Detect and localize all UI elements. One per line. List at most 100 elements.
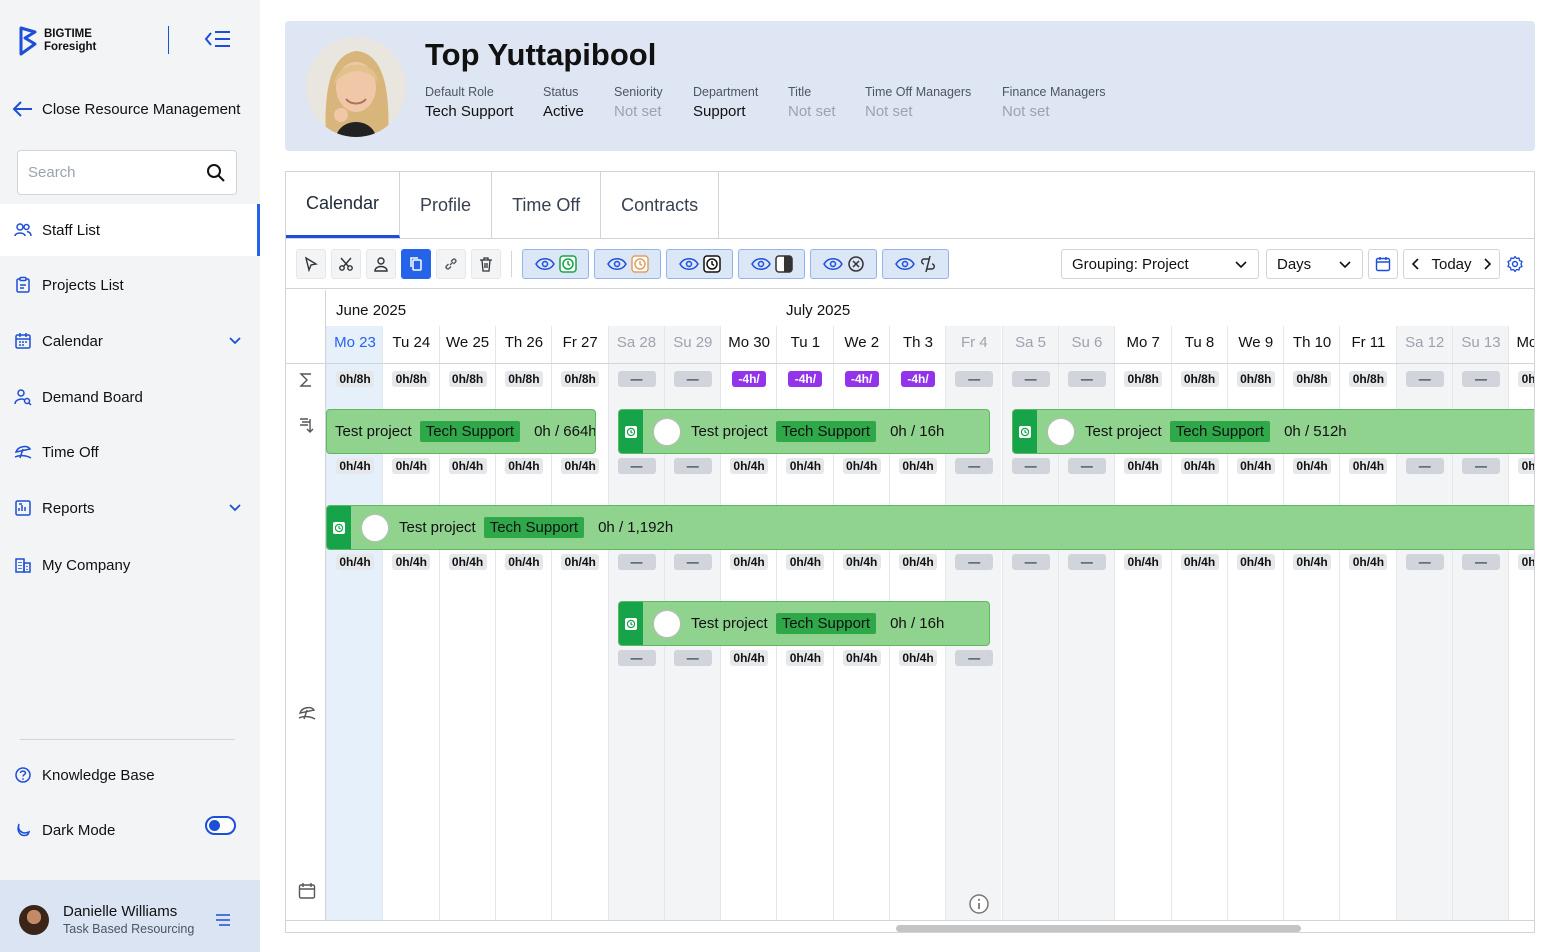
toggle-view-cancelled[interactable]: [810, 249, 877, 279]
scrollbar-thumb[interactable]: [896, 925, 1301, 932]
sidebar-item-my-company[interactable]: My Company: [0, 539, 260, 591]
toggle-view-timesheet[interactable]: [522, 249, 589, 279]
allocation-hours-cell[interactable]: 0h/4h: [899, 554, 937, 570]
copy-tool-button[interactable]: [401, 249, 431, 279]
daily-total-cell[interactable]: 0h/8h: [1293, 371, 1332, 387]
grouping-select[interactable]: Grouping: Project: [1061, 249, 1259, 279]
allocation-hours-cell[interactable]: —: [673, 458, 712, 474]
daily-total-cell[interactable]: 0h/8h: [1124, 371, 1163, 387]
allocation-hours-cell[interactable]: —: [617, 650, 656, 666]
chevron-left-icon[interactable]: [1410, 257, 1422, 271]
close-resource-management-link[interactable]: Close Resource Management: [12, 100, 240, 118]
allocation-hours-cell[interactable]: —: [1067, 458, 1106, 474]
allocation-hours-cell[interactable]: 0h/4h: [1236, 554, 1275, 570]
allocation-hours-cell[interactable]: —: [1011, 554, 1050, 570]
allocation-hours-cell[interactable]: 0h/4h: [1518, 458, 1534, 474]
allocation-hours-cell[interactable]: 0h/4h: [899, 650, 937, 666]
allocation-hours-cell[interactable]: 0h/4h: [899, 458, 937, 474]
allocation-hours-cell[interactable]: 0h/4h: [448, 458, 487, 474]
daily-total-cell[interactable]: —: [617, 371, 656, 387]
daily-total-cell[interactable]: 0h/8h: [1349, 371, 1388, 387]
allocation-hours-cell[interactable]: 0h/4h: [336, 458, 374, 474]
delete-tool-button[interactable]: [471, 249, 501, 279]
allocation-hours-cell[interactable]: 0h/4h: [504, 458, 543, 474]
toggle-view-unlinked[interactable]: [882, 249, 949, 279]
daily-total-cell[interactable]: —: [673, 371, 712, 387]
allocation-hours-cell[interactable]: —: [1405, 458, 1444, 474]
daily-total-cell[interactable]: 0h/8h: [336, 371, 374, 387]
info-button[interactable]: [968, 893, 990, 920]
menu-icon[interactable]: [215, 913, 231, 927]
allocation-hours-cell[interactable]: 0h/4h: [1349, 554, 1388, 570]
allocation-hours-cell[interactable]: 0h/4h: [730, 458, 769, 474]
allocation-hours-cell[interactable]: —: [1462, 554, 1500, 570]
allocation-hours-cell[interactable]: —: [1067, 554, 1106, 570]
allocation-hours-cell[interactable]: 0h/4h: [842, 554, 881, 570]
allocation-bar[interactable]: Test project Tech Support 0h / 1,192h: [326, 505, 1534, 550]
allocation-hours-cell[interactable]: 0h/4h: [786, 650, 825, 666]
daily-total-cell[interactable]: 0h/8h: [561, 371, 600, 387]
allocation-hours-cell[interactable]: 0h/4h: [392, 458, 431, 474]
allocation-hours-cell[interactable]: 0h/4h: [336, 554, 374, 570]
cut-tool-button[interactable]: [331, 249, 361, 279]
tab-contracts[interactable]: Contracts: [601, 172, 720, 238]
link-tool-button[interactable]: [436, 249, 466, 279]
allocation-hours-cell[interactable]: 0h/4h: [392, 554, 431, 570]
chevron-right-icon[interactable]: [1481, 257, 1493, 271]
daily-total-cell[interactable]: -4h/: [732, 371, 767, 387]
allocation-hours-cell[interactable]: —: [1462, 458, 1500, 474]
allocation-hours-cell[interactable]: 0h/4h: [786, 554, 825, 570]
allocation-bar[interactable]: Test project Tech Support 0h / 16h: [618, 601, 990, 646]
user-panel[interactable]: Danielle Williams Task Based Resourcing: [0, 880, 260, 952]
sidebar-item-calendar[interactable]: Calendar: [0, 315, 260, 367]
daily-total-cell[interactable]: —: [955, 371, 994, 387]
allocation-hours-cell[interactable]: 0h/4h: [561, 554, 600, 570]
daily-total-cell[interactable]: -4h/: [844, 371, 879, 387]
dark-mode-toggle[interactable]: [205, 816, 236, 835]
select-tool-button[interactable]: [296, 249, 326, 279]
allocation-hours-cell[interactable]: —: [617, 458, 656, 474]
allocation-hours-cell[interactable]: 0h/4h: [786, 458, 825, 474]
allocation-hours-cell[interactable]: —: [617, 554, 656, 570]
allocation-hours-cell[interactable]: 0h/4h: [1236, 458, 1275, 474]
sidebar-item-time-off[interactable]: Time Off: [0, 426, 260, 478]
daily-total-cell[interactable]: 0h/8h: [504, 371, 543, 387]
allocation-hours-cell[interactable]: —: [955, 554, 994, 570]
allocation-hours-cell[interactable]: 0h/4h: [730, 650, 769, 666]
allocation-hours-cell[interactable]: —: [673, 554, 712, 570]
allocation-hours-cell[interactable]: 0h/4h: [504, 554, 543, 570]
allocation-hours-cell[interactable]: —: [1405, 554, 1444, 570]
tab-time-off[interactable]: Time Off: [492, 172, 602, 238]
collapse-sidebar-button[interactable]: [204, 28, 232, 55]
assign-person-button[interactable]: [366, 249, 396, 279]
date-picker-button[interactable]: [1368, 249, 1398, 279]
allocation-hours-cell[interactable]: 0h/4h: [1518, 554, 1534, 570]
allocation-hours-cell[interactable]: 0h/4h: [448, 554, 487, 570]
search-icon[interactable]: [206, 163, 226, 183]
bigtime-logo[interactable]: BIGTIME Foresight: [18, 26, 96, 56]
sidebar-item-demand-board[interactable]: Demand Board: [0, 371, 260, 423]
allocation-hours-cell[interactable]: 0h/4h: [1293, 554, 1332, 570]
allocation-hours-cell[interactable]: 0h/4h: [1180, 554, 1219, 570]
allocation-hours-cell[interactable]: 0h/4h: [730, 554, 769, 570]
daily-total-cell[interactable]: -4h/: [788, 371, 823, 387]
allocation-hours-cell[interactable]: 0h/4h: [1349, 458, 1388, 474]
knowledge-base-link[interactable]: Knowledge Base: [0, 749, 260, 801]
sidebar-item-reports[interactable]: Reports: [0, 482, 260, 534]
toggle-view-partial[interactable]: [738, 249, 805, 279]
allocation-hours-cell[interactable]: —: [955, 458, 994, 474]
allocation-hours-cell[interactable]: 0h/4h: [842, 458, 881, 474]
sidebar-item-staff-list[interactable]: Staff List: [0, 204, 260, 256]
allocation-hours-cell[interactable]: 0h/4h: [1293, 458, 1332, 474]
allocation-hours-cell[interactable]: —: [955, 650, 994, 666]
horizontal-scrollbar[interactable]: [286, 920, 1534, 932]
daily-total-cell[interactable]: —: [1405, 371, 1444, 387]
tab-calendar[interactable]: Calendar: [286, 172, 401, 238]
settings-button[interactable]: [1506, 255, 1524, 278]
toggle-view-pending[interactable]: [594, 249, 661, 279]
today-button[interactable]: Today: [1431, 256, 1471, 273]
search-input[interactable]: [28, 164, 188, 181]
daily-total-cell[interactable]: —: [1011, 371, 1050, 387]
allocation-bar[interactable]: Test project Tech Support 0h / 664h: [326, 409, 596, 454]
toggle-view-scheduled[interactable]: [666, 249, 733, 279]
